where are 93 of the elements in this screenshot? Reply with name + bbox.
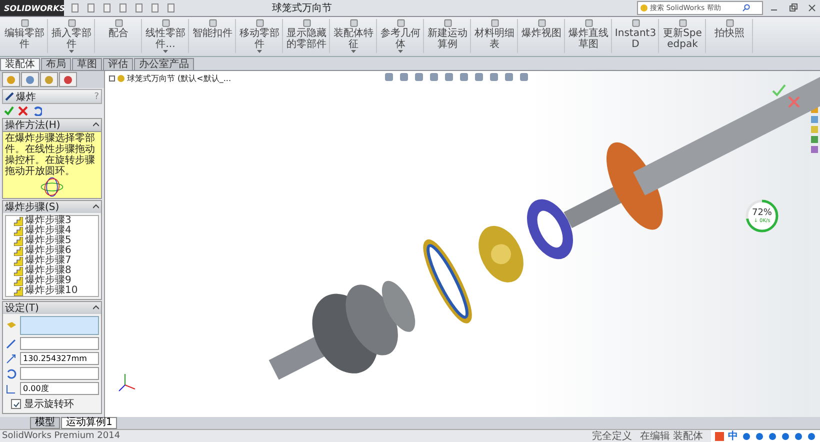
list-item[interactable]: 爆炸步骤7 [6,256,98,266]
ribbon-button[interactable]: 爆炸视图 [519,19,565,53]
ribbon-button[interactable]: 线性零部件... [143,19,189,53]
panel-tab[interactable] [59,72,77,87]
tool-icon [254,19,266,28]
tab[interactable]: 布局 [41,58,71,70]
tab[interactable]: 模型 [30,417,60,429]
panel-tab[interactable] [2,72,20,87]
tray-icon[interactable] [715,432,724,440]
ribbon-button[interactable]: 材料明细表 [472,19,518,53]
ribbon-button[interactable]: 智能扣件 [190,19,236,53]
checkbox-label: 显示旋转环 [24,398,74,411]
instruction-text: 在爆炸步骤选择零部件。在线性步骤拖动操控杆。在旋转步骤拖动开放圆环。 [5,133,96,177]
search-icon[interactable] [742,4,750,12]
ribbon-button[interactable]: 插入零部件 [49,19,95,53]
ribbon-button[interactable]: 爆炸直线草图 [566,19,612,53]
tool-icon [160,19,172,28]
tab[interactable]: 评估 [103,58,133,70]
tool-icon [300,19,312,28]
ok-icon[interactable] [4,106,14,116]
tab[interactable]: 草图 [72,58,102,70]
collapse-icon[interactable] [93,122,99,128]
tab[interactable]: 办公室产品 [134,58,194,70]
explode-icon [5,92,14,101]
tab[interactable]: 装配体 [0,58,40,70]
list-item[interactable]: 爆炸步骤9 [6,276,98,286]
undo-icon[interactable] [32,106,42,116]
checkbox[interactable] [11,399,21,409]
rotation-ring-drawing [39,177,65,197]
list-item[interactable]: 爆炸步骤3 [6,216,98,226]
rotation-axis-field[interactable] [20,367,99,380]
list-item[interactable]: 爆炸步骤4 [6,226,98,236]
list-item[interactable]: 爆炸步骤10 [6,286,98,296]
tool-icon [206,19,218,28]
caret-icon[interactable] [163,50,168,53]
section-title: 操作方法(H) [5,120,60,130]
ribbon-button[interactable]: 显示隐藏的零部件 [284,19,330,53]
list-item[interactable]: 爆炸步骤5 [6,236,98,246]
ime-indicator[interactable]: 中 [728,429,738,442]
angle-field[interactable]: 0.00度 [20,382,99,395]
list-item[interactable]: 爆炸步骤8 [6,266,98,276]
tool-icon [112,19,124,28]
panel-tab[interactable] [21,72,39,87]
tool-icon [676,19,688,28]
tool-icon [442,19,454,28]
tool-icon [488,19,500,28]
close-icon[interactable] [807,3,817,13]
status-text: SolidWorks Premium 2014 [2,431,120,441]
status-text: 完全定义 [592,430,632,442]
list-item[interactable]: 爆炸步骤6 [6,246,98,256]
confirmation-corner-icon[interactable] [771,83,801,109]
tool-icon [630,19,642,28]
ribbon-button[interactable]: 配合 [96,19,142,53]
tool-icon [348,19,360,28]
caret-icon[interactable] [398,50,403,53]
check-icon [12,400,20,408]
tool-icon [536,19,548,28]
panel-title: 爆炸 [16,90,37,104]
caret-icon[interactable] [69,50,74,53]
direction-field[interactable] [20,337,99,350]
ribbon-button[interactable]: 新建运动算例 [425,19,471,53]
cancel-icon[interactable] [18,106,28,116]
assembly-icon [109,74,125,83]
ribbon-button[interactable]: 拍快照 [707,19,753,53]
tab[interactable]: 运动算例1 [61,417,118,429]
restore-icon[interactable] [788,3,798,13]
tool-icon [582,19,594,28]
panel-tab[interactable] [40,72,58,87]
ribbon-button[interactable]: 移动零部件 [237,19,283,53]
ribbon-button[interactable]: Instant3D [613,19,659,53]
distance-icon [5,352,17,364]
caret-icon[interactable] [351,50,356,53]
tool-icon [66,19,78,28]
section-title: 爆炸步骤(S) [5,202,60,212]
collapse-icon[interactable] [93,204,99,210]
tool-icon [18,19,30,28]
ribbon-button[interactable]: 更新Speedpak [660,19,706,53]
status-text: 在编辑 装配体 [640,430,703,442]
distance-field[interactable]: 130.254327mm [20,352,99,365]
ribbon-button[interactable]: 装配体特征 [331,19,377,53]
collapse-icon[interactable] [93,305,99,311]
angle-icon [5,382,17,394]
tool-icon [724,19,736,28]
tool-icon [394,19,406,28]
ribbon-button[interactable]: 编辑零部件 [2,19,48,53]
ribbon-button[interactable]: 参考几何体 [378,19,424,53]
help-icon [640,4,648,12]
meter-percent: 72% [752,208,772,218]
rotate-icon [5,368,17,380]
window-title: 球笼式万向节 [272,2,333,15]
tree-item[interactable]: 球笼式万向节 (默认<默认_... [127,73,231,84]
caret-icon[interactable] [257,50,262,53]
section-title: 设定(T) [5,302,39,314]
